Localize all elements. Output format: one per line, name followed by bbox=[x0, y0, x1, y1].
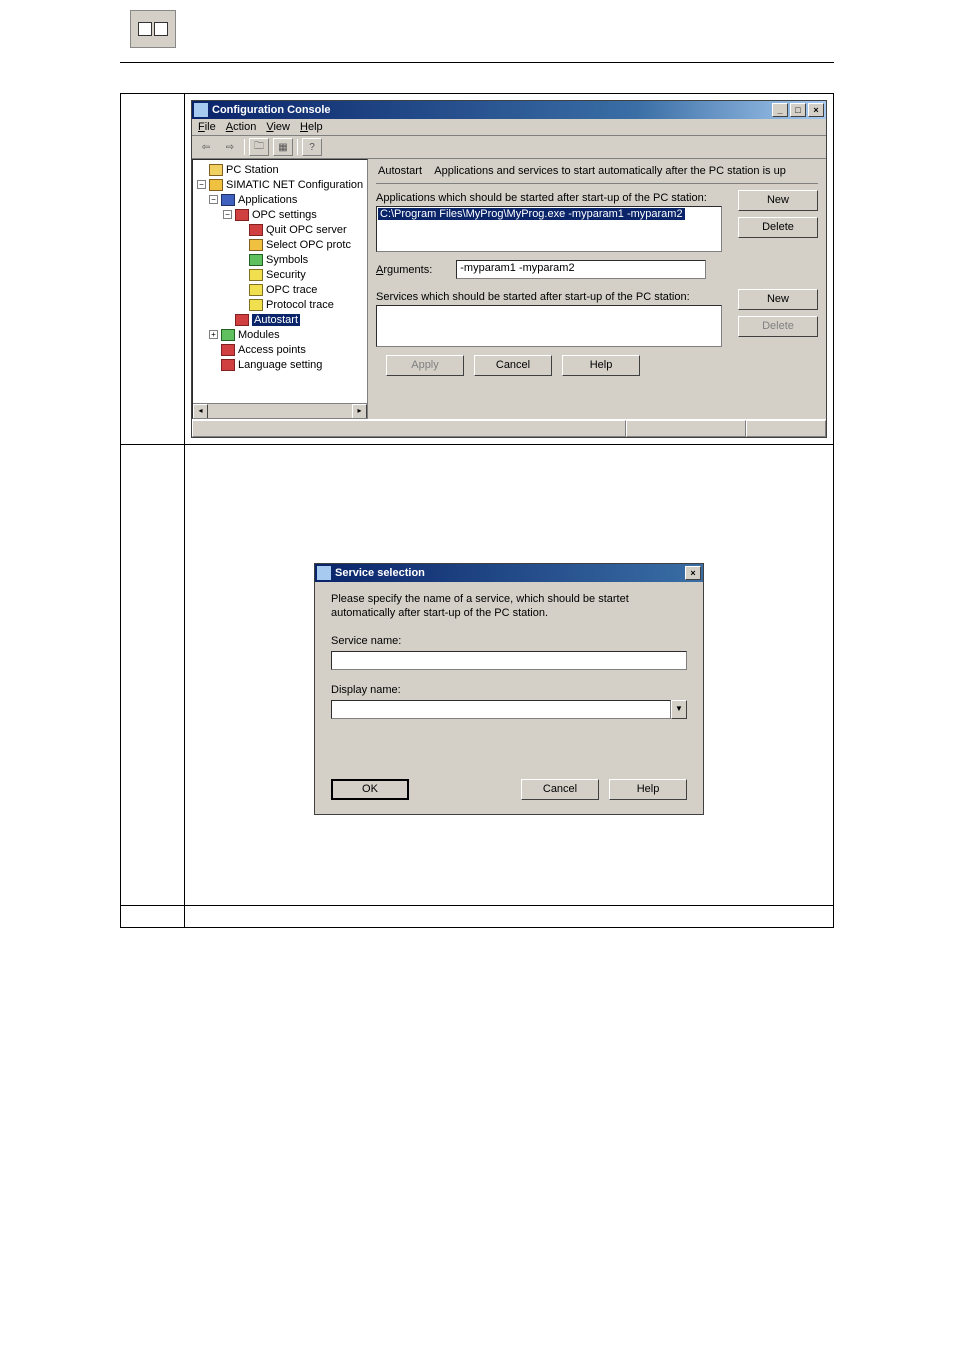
properties-button[interactable]: ▦ bbox=[273, 138, 293, 156]
minimize-button[interactable]: _ bbox=[772, 103, 788, 117]
maximize-button[interactable]: □ bbox=[790, 103, 806, 117]
services-listbox[interactable] bbox=[376, 305, 722, 347]
header-rule bbox=[120, 62, 834, 63]
service-name-label: Service name: bbox=[331, 635, 687, 647]
siemens-icon bbox=[130, 10, 176, 48]
row3-content bbox=[185, 906, 833, 927]
dialog-ok-button[interactable]: OK bbox=[331, 779, 409, 800]
content-header: Autostart Applications and services to s… bbox=[376, 163, 818, 184]
tree-simatic-net[interactable]: −SIMATIC NET Configuration bbox=[195, 177, 365, 192]
content-pane: Autostart Applications and services to s… bbox=[368, 159, 826, 419]
tree-quit-opc[interactable]: Quit OPC server bbox=[195, 222, 365, 237]
tree-applications[interactable]: −Applications bbox=[195, 192, 365, 207]
figure-label-left bbox=[121, 94, 185, 444]
tree-language[interactable]: Language setting bbox=[195, 357, 365, 372]
apply-button: Apply bbox=[386, 355, 464, 376]
tree-horiz-scrollbar[interactable]: ◂ ▸ bbox=[193, 403, 367, 418]
dialog-cancel-button[interactable]: Cancel bbox=[521, 779, 599, 800]
tree-opc-trace[interactable]: OPC trace bbox=[195, 282, 365, 297]
forward-button[interactable]: ⇨ bbox=[220, 138, 240, 156]
dialog-prompt: Please specify the name of a service, wh… bbox=[331, 592, 687, 621]
help-button[interactable]: ? bbox=[302, 138, 322, 156]
scroll-left-button[interactable]: ◂ bbox=[193, 404, 208, 419]
tree-autostart[interactable]: Autostart bbox=[195, 312, 365, 327]
window-titlebar[interactable]: Configuration Console _ □ × bbox=[192, 101, 826, 119]
tree-pc-station[interactable]: PC Station bbox=[195, 162, 365, 177]
applications-label: Applications which should be started aft… bbox=[376, 192, 722, 204]
help-button[interactable]: Help bbox=[562, 355, 640, 376]
dialog-icon bbox=[317, 566, 331, 580]
row2-label-left bbox=[121, 445, 185, 905]
tree-security[interactable]: Security bbox=[195, 267, 365, 282]
display-name-label: Display name: bbox=[331, 684, 687, 696]
tree-protocol-trace[interactable]: Protocol trace bbox=[195, 297, 365, 312]
configuration-console-window: Configuration Console _ □ × File Action … bbox=[191, 100, 827, 438]
dialog-help-button[interactable]: Help bbox=[609, 779, 687, 800]
new-service-button[interactable]: New bbox=[738, 289, 818, 310]
close-button[interactable]: × bbox=[808, 103, 824, 117]
display-name-dropdown-button[interactable]: ▼ bbox=[671, 700, 687, 719]
tree-symbols[interactable]: Symbols bbox=[195, 252, 365, 267]
tree-access-points[interactable]: Access points bbox=[195, 342, 365, 357]
row3-label-left bbox=[121, 906, 185, 927]
tree-pane[interactable]: PC Station −SIMATIC NET Configuration −A… bbox=[192, 159, 368, 419]
tree-modules[interactable]: +Modules bbox=[195, 327, 365, 342]
dialog-close-button[interactable]: × bbox=[685, 566, 701, 580]
menu-file[interactable]: File bbox=[198, 121, 216, 133]
window-title: Configuration Console bbox=[212, 104, 331, 116]
status-bar bbox=[192, 419, 826, 437]
delete-service-button: Delete bbox=[738, 316, 818, 337]
tree-opc-settings[interactable]: −OPC settings bbox=[195, 207, 365, 222]
menu-view[interactable]: View bbox=[266, 121, 290, 133]
up-button[interactable]: 🗀 bbox=[249, 138, 269, 156]
dialog-titlebar[interactable]: Service selection × bbox=[315, 564, 703, 582]
app-icon bbox=[194, 103, 208, 117]
toolbar: ⇦ ⇨ 🗀 ▦ ? bbox=[192, 136, 826, 159]
delete-application-button[interactable]: Delete bbox=[738, 217, 818, 238]
cancel-button[interactable]: Cancel bbox=[474, 355, 552, 376]
menu-action[interactable]: Action bbox=[226, 121, 257, 133]
scroll-right-button[interactable]: ▸ bbox=[352, 404, 367, 419]
arguments-input[interactable]: -myparam1 -myparam2 bbox=[456, 260, 706, 279]
arguments-label: Arguments: bbox=[376, 264, 432, 276]
menu-help[interactable]: Help bbox=[300, 121, 323, 133]
tree-select-opc[interactable]: Select OPC protc bbox=[195, 237, 365, 252]
dialog-title: Service selection bbox=[335, 567, 425, 579]
display-name-combo[interactable] bbox=[331, 700, 671, 719]
back-button[interactable]: ⇦ bbox=[196, 138, 216, 156]
new-application-button[interactable]: New bbox=[738, 190, 818, 211]
applications-listbox[interactable]: C:\Program Files\MyProg\MyProg.exe -mypa… bbox=[376, 206, 722, 252]
services-label: Services which should be started after s… bbox=[376, 291, 722, 303]
menu-bar: File Action View Help bbox=[192, 119, 826, 136]
application-entry[interactable]: C:\Program Files\MyProg\MyProg.exe -mypa… bbox=[378, 208, 685, 220]
service-selection-dialog: Service selection × Please specify the n… bbox=[314, 563, 704, 815]
service-name-input[interactable] bbox=[331, 651, 687, 670]
